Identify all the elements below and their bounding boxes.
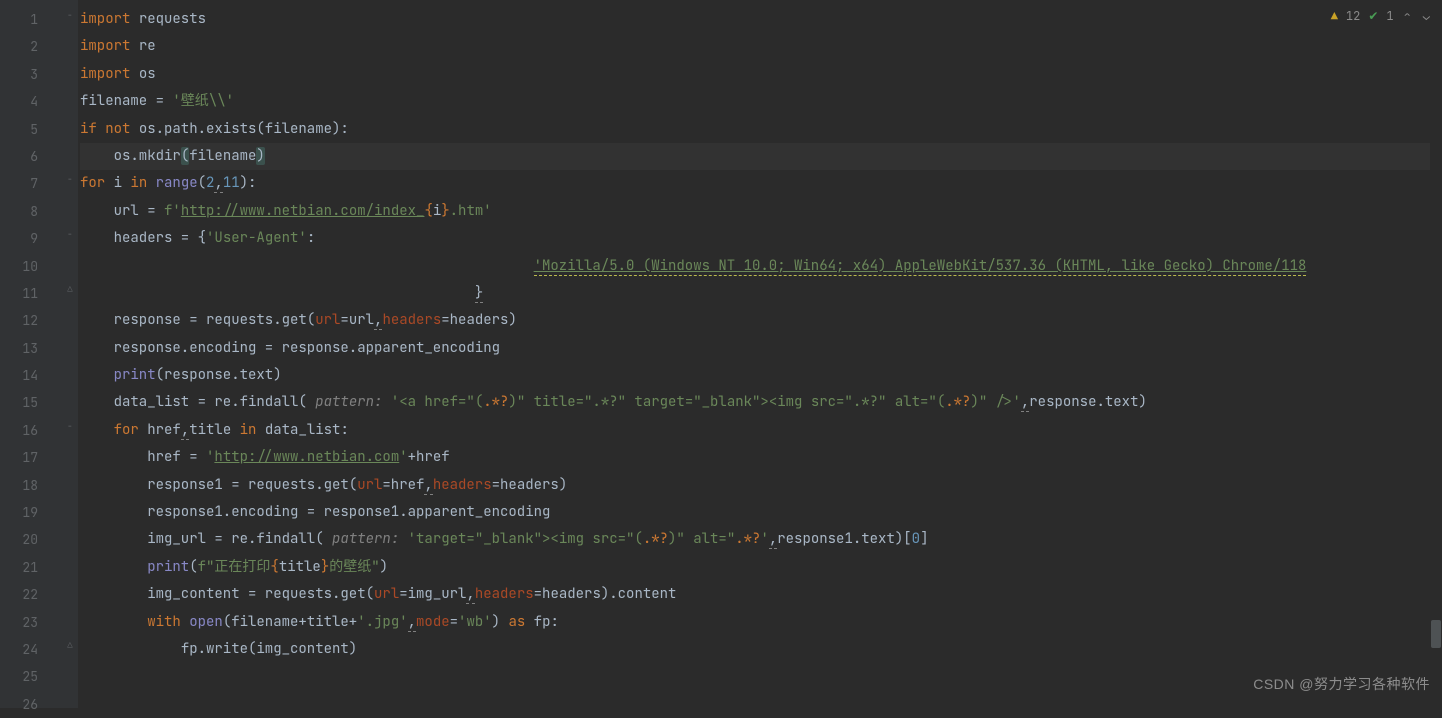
prev-highlight-button[interactable]: ⌃	[1402, 8, 1413, 24]
code-line: import requests	[80, 6, 1442, 33]
code-line: fp.write(img_content)	[80, 636, 1442, 663]
line-number: 9	[0, 225, 62, 252]
code-content[interactable]: import requests import re import os file…	[62, 0, 1442, 708]
code-line: response.encoding = response.apparent_en…	[80, 335, 1442, 362]
code-line: url = f'http://www.netbian.com/index_{i}…	[80, 198, 1442, 225]
code-line: img_content = requests.get(url=img_url,h…	[80, 581, 1442, 608]
code-line: for i in range(2,11):	[80, 170, 1442, 197]
code-line	[80, 691, 1442, 708]
code-line: data_list = re.findall( pattern: '<a hre…	[80, 389, 1442, 416]
code-line: for href,title in data_list:	[80, 417, 1442, 444]
line-number-gutter: 1234567891011121314151617181920212223242…	[0, 0, 62, 708]
line-number: 24	[0, 636, 62, 663]
line-number: 25	[0, 663, 62, 690]
code-line: 'Mozilla/5.0 (Windows NT 10.0; Win64; x6…	[80, 253, 1442, 280]
check-icon[interactable]: ✔	[1368, 8, 1378, 24]
line-number: 21	[0, 554, 62, 581]
line-number: 19	[0, 499, 62, 526]
code-line: href = 'http://www.netbian.com'+href	[80, 444, 1442, 471]
line-number: 18	[0, 472, 62, 499]
code-line: with open(filename+title+'.jpg',mode='wb…	[80, 609, 1442, 636]
line-number: 17	[0, 444, 62, 471]
code-line: print(f"正在打印{title}的壁纸")	[80, 554, 1442, 581]
warning-count: 12	[1346, 8, 1360, 24]
code-line: import os	[80, 61, 1442, 88]
line-number: 3	[0, 61, 62, 88]
line-number: 12	[0, 307, 62, 334]
watermark-text: CSDN @努力学习各种软件	[1253, 674, 1430, 694]
line-number: 26	[0, 691, 62, 718]
line-number: 23	[0, 609, 62, 636]
line-number: 2	[0, 33, 62, 60]
line-number: 7	[0, 170, 62, 197]
code-line: response1.encoding = response1.apparent_…	[80, 499, 1442, 526]
warning-icon[interactable]: ▲	[1331, 8, 1338, 24]
line-number: 5	[0, 116, 62, 143]
code-line: response1 = requests.get(url=href,header…	[80, 472, 1442, 499]
line-number: 8	[0, 198, 62, 225]
code-line: print(response.text)	[80, 362, 1442, 389]
scrollbar-thumb[interactable]	[1431, 620, 1441, 648]
check-count: 1	[1386, 8, 1393, 24]
line-number: 6	[0, 143, 62, 170]
line-number: 10	[0, 253, 62, 280]
line-number: 13	[0, 335, 62, 362]
code-line: response = requests.get(url=url,headers=…	[80, 307, 1442, 334]
line-number: 16	[0, 417, 62, 444]
code-editor: 1234567891011121314151617181920212223242…	[0, 0, 1442, 708]
line-number: 1	[0, 6, 62, 33]
inspection-status: ▲ 12 ✔ 1 ⌃ ⌄	[1331, 8, 1432, 24]
line-number: 4	[0, 88, 62, 115]
code-line-current: os.mkdir(filename)	[80, 143, 1442, 170]
code-line: filename = '壁纸\\'	[80, 88, 1442, 115]
code-line: }	[80, 280, 1442, 307]
line-number: 20	[0, 526, 62, 553]
line-number: 22	[0, 581, 62, 608]
code-line: img_url = re.findall( pattern: 'target="…	[80, 526, 1442, 553]
line-number: 15	[0, 389, 62, 416]
line-number: 14	[0, 362, 62, 389]
next-highlight-button[interactable]: ⌄	[1421, 8, 1432, 24]
scrollbar-track[interactable]	[1430, 0, 1442, 708]
line-number: 11	[0, 280, 62, 307]
code-line: headers = {'User-Agent':	[80, 225, 1442, 252]
code-line: import re	[80, 33, 1442, 60]
code-line: if not os.path.exists(filename):	[80, 116, 1442, 143]
code-line	[80, 663, 1442, 690]
